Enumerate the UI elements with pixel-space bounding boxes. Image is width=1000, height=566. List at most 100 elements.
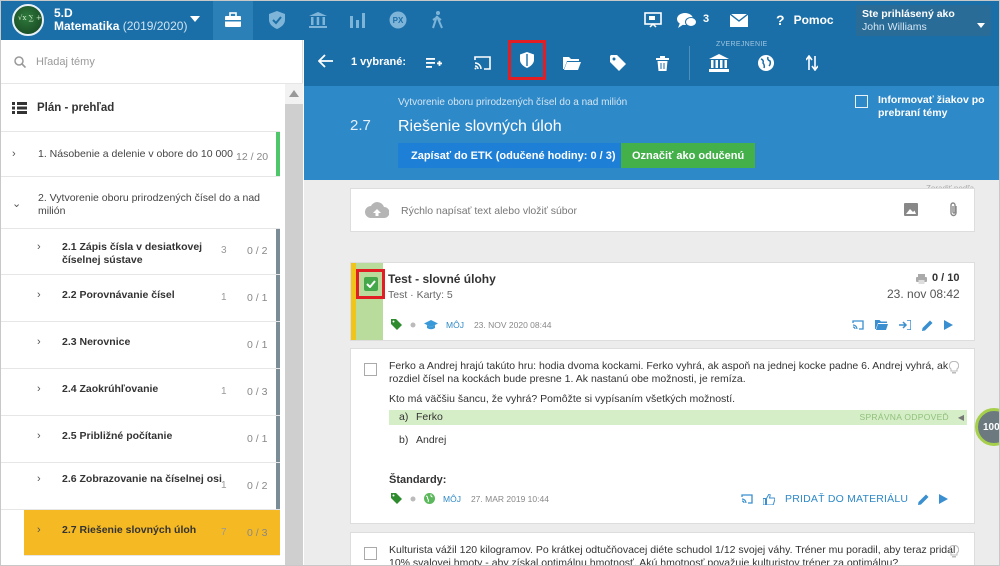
chevron-right-icon: › [37, 336, 41, 348]
subtopic-item[interactable]: › 2.1 Zápis čísla v desiatkovej číselnej… [0, 229, 280, 275]
mark-as-taught-button[interactable]: Označiť ako odučenú [621, 143, 756, 168]
option-letter: a) [399, 411, 409, 423]
edit-icon[interactable] [918, 494, 929, 505]
folder-icon[interactable] [875, 320, 888, 330]
topic-item[interactable]: › 1. Násobenie a delenie v obore do 10 0… [0, 132, 280, 177]
chevron-down-icon [190, 16, 200, 22]
subtopic-progress: 0 / 1 [247, 339, 268, 351]
login-icon[interactable] [899, 320, 911, 330]
standards-label: Štandardy: [389, 474, 447, 486]
test-select-checkbox[interactable] [356, 269, 385, 299]
subtopic-item[interactable]: › 2.3 Nerovnice 0 / 1 [0, 322, 280, 369]
topic-count: 12 / 20 [236, 151, 268, 163]
question-card[interactable]: Ferko a Andrej hrajú takúto hru: hodia d… [350, 348, 975, 524]
quick-post-box[interactable]: Rýchlo napísať text alebo vložiť súbor [350, 188, 975, 232]
help-button[interactable]: ? Pomoc [776, 0, 834, 40]
test-owner: MÔJ [446, 319, 464, 330]
subtopic-status-bar [276, 463, 280, 509]
image-icon[interactable] [904, 203, 918, 216]
paperclip-icon[interactable] [949, 202, 959, 218]
reorder-button[interactable] [796, 48, 828, 78]
nav-shield[interactable] [257, 0, 297, 40]
nav-activities[interactable] [418, 0, 458, 40]
nav-institution[interactable] [298, 0, 338, 40]
cloud-upload-icon [365, 202, 389, 218]
subtopic-item-count: 1 [221, 386, 227, 397]
question-meta-date: 27. MAR 2019 10:44 [470, 493, 549, 504]
add-to-list-button[interactable] [418, 48, 450, 78]
cast-icon[interactable] [852, 320, 864, 330]
add-list-icon [426, 58, 442, 68]
folder-icon [563, 57, 581, 70]
inform-students-checkbox[interactable] [855, 95, 868, 108]
lightbulb-icon[interactable] [949, 361, 959, 374]
user-menu[interactable]: Ste prihlásený ako John Williams [856, 5, 991, 36]
subtopic-item[interactable]: › 2.5 Približné počítanie 0 / 1 [0, 416, 280, 463]
play-icon[interactable] [939, 494, 949, 504]
scrollbar-thumb[interactable] [285, 104, 303, 566]
test-title[interactable]: Test - slovné úlohy [388, 272, 496, 286]
nav-messages[interactable] [670, 0, 704, 40]
graduation-cap-icon [424, 319, 438, 329]
mail-icon [730, 13, 748, 27]
login-label: Ste prihlásený ako [862, 8, 955, 20]
quick-post-input[interactable]: Rýchlo napísať text alebo vložiť súbor [401, 205, 577, 217]
move-to-folder-button[interactable] [556, 48, 588, 78]
topic-search[interactable]: Hľadaj témy [0, 40, 303, 84]
subtopic-progress: 0 / 1 [247, 292, 268, 304]
write-to-etk-button[interactable]: Zapísať do ETK (odučené hodiny: 0 / 3) [398, 143, 629, 168]
nav-px[interactable]: PX [378, 0, 418, 40]
play-icon[interactable] [944, 320, 953, 330]
cast-icon[interactable] [741, 494, 753, 504]
selection-toolbar: 1 vybrané: ZVEREJNENIE [304, 40, 1000, 86]
test-score: 0 / 10 [932, 272, 960, 284]
question-owner: MÔJ [443, 493, 461, 504]
edit-icon[interactable] [922, 320, 933, 331]
svg-text:PX: PX [393, 16, 404, 25]
subtopic-item[interactable]: › 2.2 Porovnávanie čísel 1 0 / 1 [0, 275, 280, 322]
subject-name: Matematika [54, 19, 120, 33]
subtopic-item-active[interactable]: › 2.7 Riešenie slovných úloh 7 0 / 3 [24, 510, 280, 556]
nav-present[interactable] [633, 0, 673, 40]
scroll-up-icon[interactable] [289, 90, 299, 97]
search-input[interactable]: Hľadaj témy [36, 56, 95, 68]
class-subject: Matematika (2019/2020) [54, 20, 187, 33]
topic-item[interactable]: ⌄ 2. Vytvorenie oboru prirodzených čísel… [0, 177, 280, 229]
tag-icon [391, 319, 402, 330]
test-card[interactable]: Test - slovné úlohy Test · Karty: 5 0 / … [350, 262, 975, 341]
sidebar-scrollbar[interactable] [285, 84, 303, 566]
subtopic-label: 2.7 Riešenie slovných úloh [62, 524, 197, 536]
question-card[interactable]: Kulturista vážil 120 kilogramov. Po krát… [350, 532, 975, 566]
subtopic-item[interactable]: › 2.6 Zobrazovanie na číselnej osi 1 0 /… [0, 463, 280, 510]
subtopic-progress: 0 / 1 [247, 433, 268, 445]
question-text: Ferko a Andrej hrajú takúto hru: hodia d… [389, 360, 949, 385]
plan-overview[interactable]: Plán - prehľad [0, 84, 280, 132]
chevron-right-icon: › [37, 383, 41, 395]
chevron-down-icon [977, 23, 985, 28]
add-to-material-button[interactable]: PRIDAŤ DO MATERIÁLU [785, 493, 908, 505]
question-select-checkbox[interactable] [364, 363, 377, 376]
question-select-checkbox[interactable] [364, 547, 377, 560]
publish-institution-button[interactable] [703, 48, 735, 78]
subtopic-status-bar [276, 229, 280, 274]
list-icon [12, 101, 27, 114]
lightbulb-icon[interactable] [949, 545, 959, 558]
tag-button[interactable] [602, 48, 634, 78]
thumbs-up-icon[interactable] [763, 493, 775, 505]
back-arrow-icon[interactable] [318, 54, 334, 68]
publish-world-button[interactable] [750, 48, 782, 78]
chevron-right-icon: › [37, 473, 41, 485]
delete-button[interactable] [646, 48, 678, 78]
nav-courses[interactable] [213, 0, 253, 40]
topics-sidebar: Hľadaj témy Plán - prehľad › 1. Násobeni… [0, 40, 303, 566]
subtopic-item-count: 3 [221, 245, 227, 256]
nav-statistics[interactable] [338, 0, 378, 40]
cast-button[interactable] [466, 48, 498, 78]
nav-mail[interactable] [719, 0, 759, 40]
subtopic-item-count: 7 [221, 527, 227, 538]
publish-label: ZVEREJNENIE [716, 41, 768, 48]
class-selector[interactable]: √x ∑ + 5.D Matematika (2019/2020) [0, 0, 213, 40]
shield-button[interactable] [508, 40, 546, 80]
px-icon: PX [389, 11, 407, 29]
subtopic-item[interactable]: › 2.4 Zaokrúhľovanie 1 0 / 3 [0, 369, 280, 416]
